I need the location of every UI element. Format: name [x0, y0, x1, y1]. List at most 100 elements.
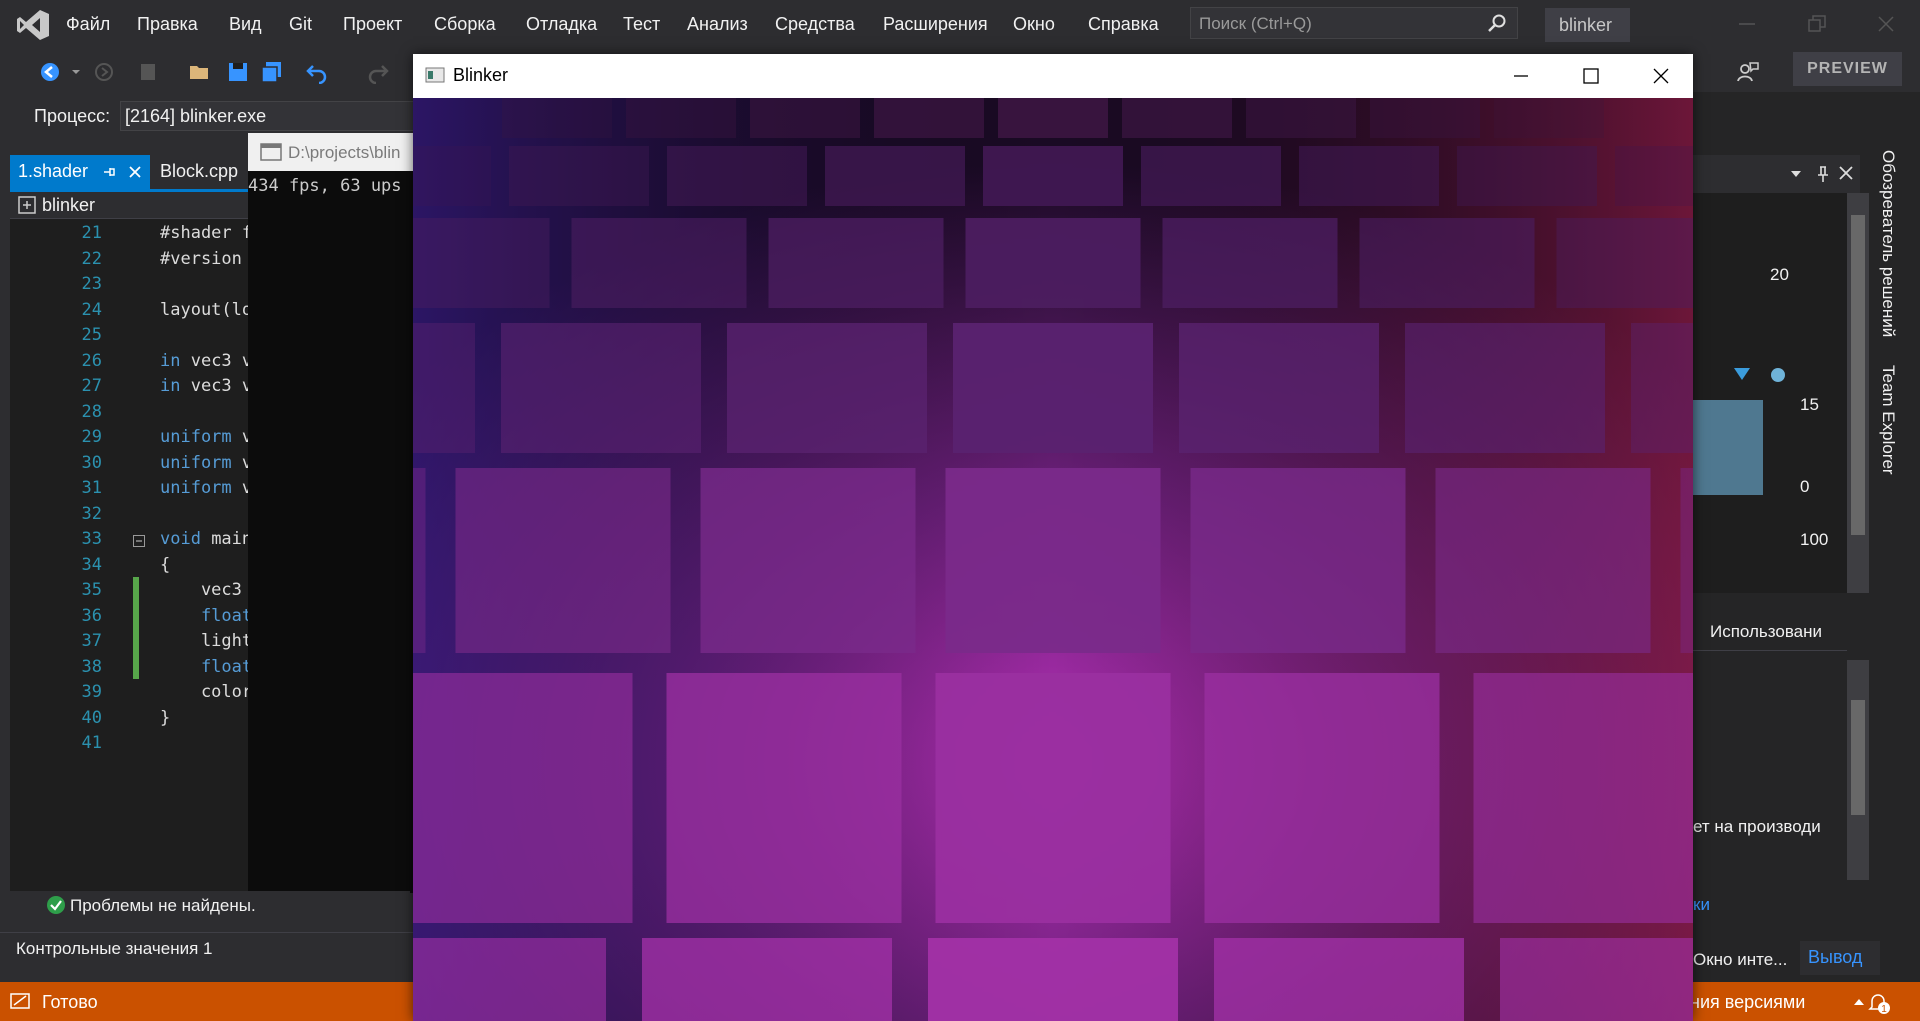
line-number: 23	[81, 274, 102, 294]
cube-tile	[953, 323, 1153, 453]
scrollbar-thumb[interactable]	[1851, 215, 1865, 535]
cube-grid-render	[413, 98, 1693, 1021]
code-line: in vec3 v	[160, 351, 252, 371]
cube-tile	[1214, 938, 1464, 1021]
output-window-icon[interactable]	[10, 992, 30, 1010]
menu-item-10[interactable]: Расширения	[883, 14, 988, 35]
code-text: #version	[160, 248, 253, 269]
close-icon[interactable]	[1838, 165, 1854, 181]
line-number: 24	[81, 299, 102, 320]
save-icon[interactable]	[226, 60, 250, 84]
menu-item-9[interactable]: Средства	[775, 14, 855, 35]
new-project-icon[interactable]	[137, 60, 161, 84]
undo-icon[interactable]	[305, 60, 329, 84]
cube-tile	[727, 323, 927, 453]
cube-tile	[1435, 468, 1651, 653]
version-control-label[interactable]: ния версиями	[1690, 992, 1805, 1013]
console-output: 434 fps, 63 ups	[248, 176, 402, 196]
usage-panel	[1693, 650, 1847, 881]
code-line: layout(lo	[160, 300, 252, 320]
menu-item-8[interactable]: Анализ	[687, 14, 748, 35]
minimize-icon[interactable]	[1737, 14, 1757, 34]
cube-tile	[1190, 468, 1406, 653]
code-keyword: uniform	[160, 427, 232, 447]
tab-block-cpp[interactable]: Block.cpp	[150, 155, 250, 189]
axis-value-0: 0	[1800, 477, 1810, 496]
menu-item-12[interactable]: Справка	[1088, 14, 1159, 35]
watch-panel-tab[interactable]: Контрольные значения 1	[0, 932, 415, 967]
back-arrow-icon[interactable]	[38, 60, 62, 84]
problems-indicator[interactable]: Проблемы не найдены.	[10, 891, 410, 919]
blinker-title-bar[interactable]: Blinker	[413, 54, 1693, 98]
chevron-up-icon[interactable]	[1853, 998, 1865, 1006]
menu-item-7[interactable]: Тест	[623, 14, 660, 35]
collapse-icon[interactable]	[133, 535, 145, 547]
dropdown-icon[interactable]	[1790, 169, 1802, 179]
open-folder-icon[interactable]	[188, 60, 212, 84]
interactive-window-tab[interactable]: Окно инте...	[1693, 950, 1787, 970]
settings-link[interactable]: ки	[1693, 895, 1710, 915]
code-line: void main	[160, 529, 252, 549]
process-select[interactable]: [2164] blinker.exe	[120, 101, 415, 131]
code-keyword: float	[160, 605, 253, 626]
event-marker-icon	[1734, 368, 1750, 380]
code-text: #shader f	[160, 223, 253, 243]
line-number: 27	[81, 376, 102, 396]
menu-item-6[interactable]: Отладка	[526, 14, 597, 35]
output-tab[interactable]: Вывод	[1800, 941, 1880, 975]
pin-icon[interactable]	[1816, 165, 1830, 183]
code-line: light	[160, 631, 252, 651]
line-number: 37	[81, 631, 102, 651]
menu-item-11[interactable]: Окно	[1013, 14, 1055, 35]
performance-label[interactable]: ет на производи	[1693, 817, 1821, 837]
notification-bell-icon[interactable]: 1	[1866, 990, 1892, 1016]
cube-tile	[928, 938, 1178, 1021]
close-icon[interactable]	[1651, 66, 1671, 86]
code-line: float	[160, 657, 252, 677]
line-number: 34	[81, 554, 102, 575]
search-placeholder: Поиск (Ctrl+Q)	[1199, 14, 1312, 33]
code-text: light	[160, 631, 253, 651]
tab-1-shader[interactable]: 1.shader	[10, 155, 150, 189]
menu-item-2[interactable]: Вид	[229, 14, 262, 35]
redo-icon[interactable]	[366, 60, 390, 84]
visual-studio-logo-icon[interactable]	[16, 8, 50, 42]
feedback-icon[interactable]	[1735, 60, 1759, 84]
forward-arrow-icon[interactable]	[92, 60, 116, 84]
menu-item-1[interactable]: Правка	[137, 14, 198, 35]
app-window-icon	[425, 67, 445, 83]
usage-tab-label[interactable]: Использовани	[1710, 622, 1822, 642]
memory-bar	[1693, 400, 1763, 495]
close-icon[interactable]	[1876, 14, 1896, 34]
maximize-icon[interactable]	[1581, 66, 1601, 86]
cube-tile	[768, 218, 944, 308]
pin-icon[interactable]	[102, 165, 116, 179]
code-line: {	[160, 555, 170, 575]
cube-tile	[1500, 938, 1693, 1021]
menu-item-0[interactable]: Файл	[66, 14, 110, 35]
save-all-icon[interactable]	[260, 60, 284, 84]
team-explorer-tab[interactable]: Team Explorer	[1878, 365, 1898, 475]
console-title-bar[interactable]: D:\projects\blin	[248, 133, 418, 171]
cube-tile	[626, 98, 736, 138]
close-tab-icon[interactable]	[128, 165, 142, 179]
line-number: 32	[81, 503, 102, 524]
scrollbar-thumb[interactable]	[1851, 700, 1865, 815]
menu-bar: Файл Правка Вид Git Проект Сборка Отладка Тест А…	[0, 0, 1920, 50]
preview-button[interactable]: PREVIEW	[1793, 52, 1902, 86]
menu-item-4[interactable]: Проект	[343, 14, 402, 35]
watch-label: Контрольные значения 1	[16, 939, 213, 958]
menu-item-5[interactable]: Сборка	[434, 14, 496, 35]
cube-tile	[1204, 673, 1440, 923]
cube-tile	[1680, 468, 1693, 653]
console-window[interactable]	[248, 133, 418, 893]
restore-icon[interactable]	[1807, 14, 1827, 34]
search-input[interactable]: Поиск (Ctrl+Q)	[1190, 7, 1518, 39]
cube-tile	[1246, 98, 1356, 138]
cube-tile	[935, 673, 1171, 923]
minimize-icon[interactable]	[1511, 66, 1531, 86]
menu-item-3[interactable]: Git	[289, 14, 312, 35]
render-viewport[interactable]	[413, 98, 1693, 1021]
solution-explorer-tab[interactable]: Обозреватель решений	[1878, 150, 1898, 337]
chevron-down-icon[interactable]	[70, 60, 82, 84]
